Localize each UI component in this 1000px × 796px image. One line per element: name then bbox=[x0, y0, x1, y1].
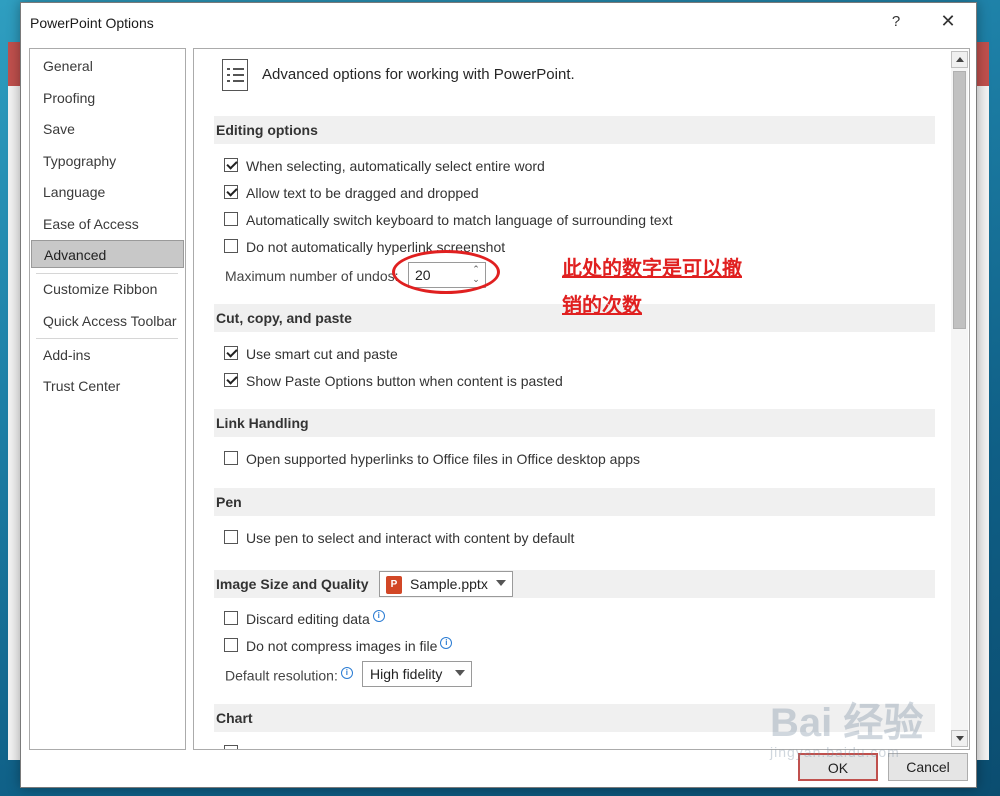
watermark-logo: Bai 经验 bbox=[770, 701, 924, 745]
nav-item-ease-of-access[interactable]: Ease of Access bbox=[31, 210, 184, 238]
nav-item-trust-center[interactable]: Trust Center bbox=[31, 372, 184, 400]
nav-item-general[interactable]: General bbox=[31, 52, 184, 80]
annotation-text-line-1: 此处的数字是可以撤 bbox=[562, 258, 742, 280]
default-resolution-text: Default resolution: bbox=[225, 667, 338, 684]
dialog-title: PowerPoint Options bbox=[30, 15, 154, 31]
chevron-down-icon bbox=[455, 670, 465, 676]
close-button[interactable]: ✕ bbox=[933, 11, 963, 37]
options-list-icon bbox=[222, 59, 248, 91]
nav-item-typography[interactable]: Typography bbox=[31, 147, 184, 175]
checkbox[interactable] bbox=[224, 611, 238, 625]
nav-separator bbox=[36, 338, 178, 339]
nav-item-save[interactable]: Save bbox=[31, 115, 184, 143]
section-pen: Pen bbox=[214, 488, 935, 516]
image-file-dropdown[interactable]: P Sample.pptx bbox=[379, 571, 513, 597]
checkbox[interactable] bbox=[224, 158, 238, 172]
section-link-handling: Link Handling bbox=[214, 409, 935, 437]
image-file-value: Sample.pptx bbox=[410, 576, 488, 592]
scroll-up-icon[interactable] bbox=[951, 51, 968, 68]
nav-separator bbox=[36, 273, 178, 274]
checkbox[interactable] bbox=[224, 239, 238, 253]
options-nav: General Proofing Save Typography Languag… bbox=[29, 48, 186, 750]
help-button[interactable]: ? bbox=[883, 13, 909, 35]
nav-item-customize-ribbon[interactable]: Customize Ribbon bbox=[31, 275, 184, 303]
option-label: Open supported hyperlinks to Office file… bbox=[246, 451, 641, 467]
nav-item-proofing[interactable]: Proofing bbox=[31, 84, 184, 112]
info-icon[interactable]: i bbox=[372, 610, 385, 623]
checkbox[interactable] bbox=[224, 530, 238, 544]
option-label: Automatically switch keyboard to match l… bbox=[246, 212, 673, 228]
checkbox[interactable] bbox=[224, 745, 238, 749]
chevron-down-icon bbox=[496, 580, 506, 586]
checkbox[interactable] bbox=[224, 373, 238, 387]
default-resolution-dropdown[interactable]: High fidelity bbox=[362, 661, 472, 687]
checkbox[interactable] bbox=[224, 212, 238, 226]
panel-heading: Advanced options for working with PowerP… bbox=[262, 66, 575, 83]
option-label: Do not compress images in file i bbox=[246, 635, 453, 657]
advanced-options-panel: Advanced options for working with PowerP… bbox=[193, 48, 970, 750]
title-bar: PowerPoint Options ? ✕ bbox=[21, 3, 976, 43]
option-label: Use pen to select and interact with cont… bbox=[246, 530, 575, 546]
option-label: Use smart cut and paste bbox=[246, 346, 398, 362]
annotation-ellipse bbox=[392, 250, 500, 294]
max-undos-label: Maximum number of undos: bbox=[225, 268, 399, 284]
nav-item-advanced[interactable]: Advanced bbox=[31, 240, 184, 268]
section-image-size-quality: Image Size and Quality bbox=[214, 570, 935, 598]
default-resolution-label: Default resolution: i bbox=[225, 667, 353, 684]
default-resolution-value: High fidelity bbox=[370, 666, 443, 682]
option-label: When selecting, automatically select ent… bbox=[246, 158, 545, 174]
powerpoint-file-icon: P bbox=[386, 576, 402, 594]
checkbox[interactable] bbox=[224, 346, 238, 360]
info-icon[interactable]: i bbox=[440, 637, 453, 650]
option-text: Do not compress images in file bbox=[246, 638, 438, 654]
scrollbar-thumb[interactable] bbox=[953, 71, 966, 329]
powerpoint-options-dialog: PowerPoint Options ? ✕ General Proofing … bbox=[20, 2, 977, 788]
checkbox[interactable] bbox=[224, 185, 238, 199]
nav-item-quick-access-toolbar[interactable]: Quick Access Toolbar bbox=[31, 307, 184, 335]
watermark-url: jingyan.baidu.com bbox=[770, 744, 900, 760]
vertical-scrollbar[interactable] bbox=[951, 51, 968, 747]
annotation-text-line-2: 销的次数 bbox=[562, 295, 642, 317]
nav-item-add-ins[interactable]: Add-ins bbox=[31, 341, 184, 369]
option-label: Allow text to be dragged and dropped bbox=[246, 185, 479, 201]
info-icon[interactable]: i bbox=[340, 667, 353, 679]
option-label: Discard editing data i bbox=[246, 608, 385, 630]
checkbox[interactable] bbox=[224, 451, 238, 465]
baidu-watermark: Bai 经验 jingyan.baidu.com bbox=[770, 690, 970, 770]
nav-item-language[interactable]: Language bbox=[31, 178, 184, 206]
checkbox[interactable] bbox=[224, 638, 238, 652]
option-label: Show Paste Options button when content i… bbox=[246, 373, 563, 389]
option-text: Discard editing data bbox=[246, 611, 370, 627]
section-editing-options: Editing options bbox=[214, 116, 935, 144]
